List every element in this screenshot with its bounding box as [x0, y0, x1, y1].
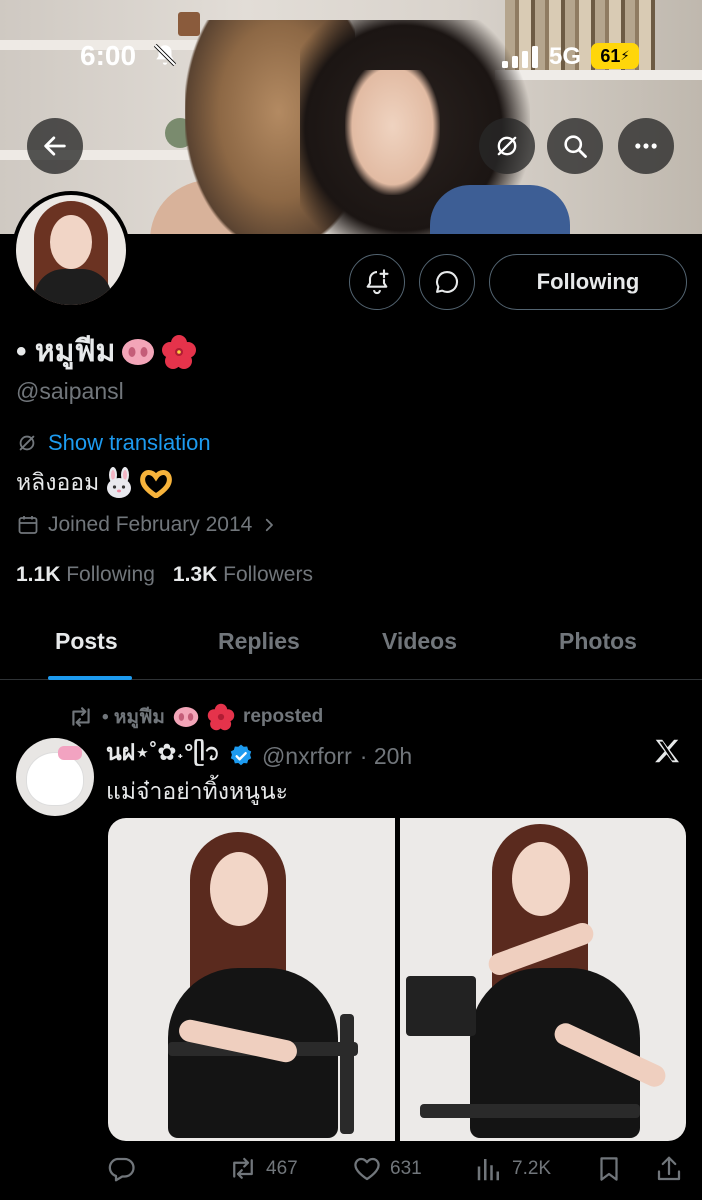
profile-name: • หมูฟีม	[16, 328, 197, 375]
post-author-name[interactable]: นฝ⋆˚✿˖°ᥫ᭡	[106, 735, 220, 777]
pig-nose-emoji-icon	[121, 338, 155, 366]
like-count: 631	[390, 1158, 422, 1179]
active-tab-indicator	[48, 676, 132, 680]
repost-icon	[233, 1157, 253, 1179]
repost-indicator[interactable]: • หมูฟีม reposted	[68, 702, 323, 732]
avatar-bow	[58, 746, 82, 760]
joined-date[interactable]: Joined February 2014	[16, 513, 278, 537]
hibiscus-emoji-icon	[207, 703, 235, 731]
followers-stat[interactable]: 1.3K Followers	[173, 563, 313, 587]
reply-button[interactable]	[106, 1154, 136, 1184]
banner-figure	[430, 185, 570, 234]
hibiscus-emoji-icon	[161, 334, 197, 370]
avatar-figure	[34, 269, 112, 305]
cellular-signal-icon	[502, 46, 538, 68]
repost-icon	[72, 707, 90, 727]
following-label: Following	[66, 563, 155, 586]
post-media[interactable]	[108, 818, 686, 1141]
calendar-icon	[18, 516, 38, 534]
view-count: 7.2K	[512, 1158, 552, 1179]
notifications-button[interactable]	[349, 254, 405, 310]
photo-chair	[340, 1014, 354, 1134]
post-text: แม่จ๋าอย่าทิ้งหนูนะ	[106, 778, 288, 804]
chevron-right-icon	[266, 518, 274, 532]
tab-videos[interactable]: Videos	[382, 628, 457, 655]
post-author-handle[interactable]: @nxrforr	[262, 743, 352, 770]
tab-photos[interactable]: Photos	[559, 628, 637, 655]
avatar-figure	[50, 215, 92, 269]
joined-date-text: Joined February 2014	[48, 513, 253, 536]
x-logo-icon	[655, 739, 679, 763]
photo-figure	[511, 842, 570, 916]
battery-level: 61	[600, 45, 621, 66]
message-bubble-icon	[436, 271, 459, 293]
share-icon	[657, 1156, 681, 1181]
tab-posts[interactable]: Posts	[55, 628, 118, 655]
profile-name-text: • หมูฟีม	[16, 335, 116, 368]
following-stat[interactable]: 1.1K Following	[16, 563, 155, 587]
bookmark-icon	[600, 1157, 618, 1181]
post-time[interactable]: · 20h	[360, 743, 412, 770]
profile-handle: @saipansl	[16, 378, 124, 404]
more-dots-icon	[635, 143, 657, 149]
translate-button[interactable]	[479, 118, 535, 174]
translate-icon	[19, 435, 35, 451]
profile-tabs: Posts Replies Videos Photos	[0, 610, 702, 680]
rabbit-face-emoji-icon	[103, 467, 135, 499]
tab-replies[interactable]: Replies	[218, 628, 300, 655]
share-button[interactable]	[654, 1154, 684, 1184]
bell-plus-icon	[366, 269, 389, 295]
post-header: นฝ⋆˚✿˖°ᥫ᭡ @nxrforr · 20h	[106, 735, 412, 777]
profile-avatar[interactable]	[12, 191, 130, 309]
repost-button[interactable]: 467	[228, 1154, 298, 1184]
photo-chair	[419, 1104, 640, 1118]
like-button[interactable]: 631	[352, 1154, 422, 1184]
profile-bio: หลิงออม	[16, 465, 173, 501]
post-photo[interactable]	[399, 818, 686, 1141]
heart-icon	[354, 1157, 380, 1181]
verified-badge-icon	[230, 744, 252, 766]
reply-icon	[108, 1157, 135, 1182]
post-author-avatar[interactable]	[16, 738, 94, 816]
views-button[interactable]: 7.2K	[474, 1154, 551, 1184]
heart-hands-emoji-icon	[139, 468, 173, 498]
post-actions: 467 631 7.2K	[0, 1150, 702, 1194]
avatar-cat-figure	[26, 752, 84, 806]
status-time: 6:00	[80, 40, 137, 71]
search-button[interactable]	[547, 118, 603, 174]
repost-count: 467	[266, 1158, 298, 1179]
network-type: 5G	[549, 43, 582, 70]
repost-by: • หมูฟีม	[102, 707, 165, 728]
battery-icon: 61 ⚡	[591, 43, 639, 69]
show-translation-link[interactable]: Show translation	[16, 430, 211, 456]
views-chart-icon	[477, 1159, 499, 1181]
status-bar: 6:00 5G 61 ⚡	[0, 0, 702, 110]
following-button[interactable]: Following	[489, 254, 687, 310]
more-options-button[interactable]	[618, 118, 674, 174]
message-button[interactable]	[419, 254, 475, 310]
followers-count: 1.3K	[172, 563, 218, 586]
pig-nose-emoji-icon	[173, 707, 199, 727]
avatar-image	[16, 195, 126, 305]
arrow-left-icon	[44, 136, 66, 156]
bio-text: หลิงออม	[16, 469, 100, 495]
following-count: 1.1K	[16, 563, 61, 586]
followers-label: Followers	[223, 563, 313, 586]
follow-stats: 1.1K Following 1.3K Followers	[16, 563, 313, 587]
translate-icon	[497, 136, 517, 156]
photo-figure	[210, 852, 268, 926]
bookmark-button[interactable]	[594, 1154, 624, 1184]
photo-chair	[405, 976, 476, 1036]
search-icon	[564, 135, 587, 158]
bell-muted-icon	[153, 43, 177, 67]
repost-label: reposted	[242, 706, 324, 727]
back-button[interactable]	[27, 118, 83, 174]
show-translation-label[interactable]: Show translation	[48, 430, 211, 456]
post-photo[interactable]	[108, 818, 395, 1141]
